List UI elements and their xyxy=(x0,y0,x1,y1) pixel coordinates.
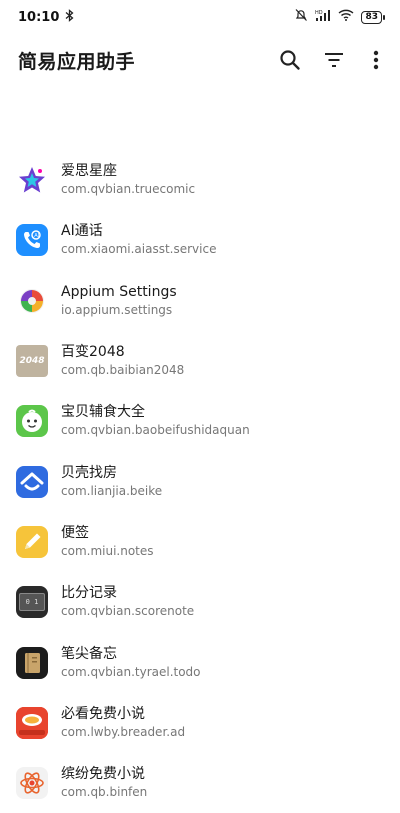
list-item[interactable]: 2048 百变2048 com.qb.baibian2048 xyxy=(0,331,400,391)
list-item[interactable]: Appium Settings io.appium.settings xyxy=(0,271,400,331)
notebook-icon xyxy=(16,646,48,679)
app-texts: 爱思星座 com.qvbian.truecomic xyxy=(61,162,195,198)
star-icon xyxy=(16,164,48,197)
list-item[interactable]: 笔尖备忘 com.qvbian.tyrael.todo xyxy=(0,632,400,692)
app-name: AI通话 xyxy=(61,223,103,240)
app-texts: 缤纷免费小说 com.qb.binfen xyxy=(61,765,147,801)
app-package: com.qvbian.baobeifushidaquan xyxy=(61,423,250,438)
bluetooth-icon xyxy=(65,8,74,26)
list-item[interactable]: 0 1 比分记录 com.qvbian.scorenote xyxy=(0,572,400,632)
app-name: 便签 xyxy=(61,524,89,541)
app-name: 缤纷免费小说 xyxy=(61,766,145,783)
baby-face-icon xyxy=(16,405,48,438)
filter-icon xyxy=(325,53,343,67)
app-texts: 便签 com.miui.notes xyxy=(61,524,154,560)
app-name: 爱思星座 xyxy=(61,163,117,180)
phone-icon: AI xyxy=(16,224,48,257)
filter-button[interactable] xyxy=(312,38,356,82)
atom-icon xyxy=(16,767,48,800)
app-texts: 笔尖备忘 com.qvbian.tyrael.todo xyxy=(61,645,201,681)
app-texts: 比分记录 com.qvbian.scorenote xyxy=(61,584,194,620)
app-package: com.lwby.breader.ad xyxy=(61,724,186,739)
list-item[interactable]: 宝贝辅食大全 com.qvbian.baobeifushidaquan xyxy=(0,391,400,451)
battery-indicator: 83 xyxy=(361,10,385,24)
wifi-icon xyxy=(338,9,354,25)
book-app-icon xyxy=(16,706,48,739)
status-right: HD 83 xyxy=(294,8,385,26)
app-package: com.lianjia.beike xyxy=(61,483,163,498)
signal-icon: HD xyxy=(315,9,331,26)
app-bar: 简易应用助手 xyxy=(0,38,400,82)
status-time: 10:10 xyxy=(18,9,60,25)
app-package: com.miui.notes xyxy=(61,543,154,558)
scoreboard-text: 0 1 xyxy=(25,598,39,607)
app-texts: AI通话 com.xiaomi.aiasst.service xyxy=(61,222,216,258)
app-package: com.qvbian.truecomic xyxy=(61,182,196,197)
scoreboard-panel: 0 1 xyxy=(19,593,45,612)
hd-label: HD xyxy=(315,10,323,16)
app-list: 爱思星座 com.qvbian.truecomic AI AI通话 com.xi… xyxy=(0,150,400,813)
status-left: 10:10 xyxy=(18,8,74,26)
app-package: com.qb.baibian2048 xyxy=(61,363,185,378)
more-options-button[interactable] xyxy=(356,38,396,82)
house-icon xyxy=(16,465,48,498)
app-package: com.qvbian.scorenote xyxy=(61,604,195,619)
pencil-icon xyxy=(16,525,48,558)
mute-icon xyxy=(294,8,308,26)
app-name: 百变2048 xyxy=(61,344,125,361)
app-package: com.qvbian.tyrael.todo xyxy=(61,664,201,679)
app-texts: 贝壳找房 com.lianjia.beike xyxy=(61,464,162,500)
app-texts: 必看免费小说 com.lwby.breader.ad xyxy=(61,705,185,741)
more-vert-icon xyxy=(373,50,379,70)
app-texts: Appium Settings io.appium.settings xyxy=(61,283,177,319)
appium-icon xyxy=(16,284,48,317)
app-name: Appium Settings xyxy=(61,283,177,300)
list-item[interactable]: 爱思星座 com.qvbian.truecomic xyxy=(0,150,400,210)
app-package: io.appium.settings xyxy=(61,302,173,317)
page-title: 简易应用助手 xyxy=(18,50,136,73)
search-button[interactable] xyxy=(268,38,312,82)
svg-text:AI: AI xyxy=(34,233,39,239)
tile-2048-text: 2048 xyxy=(19,356,45,367)
list-item[interactable]: 缤纷免费小说 com.qb.binfen xyxy=(0,753,400,813)
list-item[interactable]: 贝壳找房 com.lianjia.beike xyxy=(0,451,400,511)
app-name: 贝壳找房 xyxy=(61,464,117,481)
app-name: 比分记录 xyxy=(61,585,117,602)
app-name: 必看免费小说 xyxy=(61,705,145,722)
search-icon xyxy=(280,50,300,70)
tile-2048-icon: 2048 xyxy=(16,345,48,378)
app-package: com.xiaomi.aiasst.service xyxy=(61,242,217,257)
list-item[interactable]: 便签 com.miui.notes xyxy=(0,512,400,572)
list-item[interactable]: AI AI通话 com.xiaomi.aiasst.service xyxy=(0,210,400,270)
app-texts: 百变2048 com.qb.baibian2048 xyxy=(61,343,184,379)
app-package: com.qb.binfen xyxy=(61,785,148,800)
list-item[interactable]: 必看免费小说 com.lwby.breader.ad xyxy=(0,693,400,753)
app-texts: 宝贝辅食大全 com.qvbian.baobeifushidaquan xyxy=(61,403,250,439)
app-name: 宝贝辅食大全 xyxy=(61,404,145,421)
app-bar-actions xyxy=(268,38,400,82)
app-name: 笔尖备忘 xyxy=(61,645,117,662)
status-bar: 10:10 HD 83 xyxy=(0,0,400,34)
scoreboard-icon: 0 1 xyxy=(16,586,48,619)
